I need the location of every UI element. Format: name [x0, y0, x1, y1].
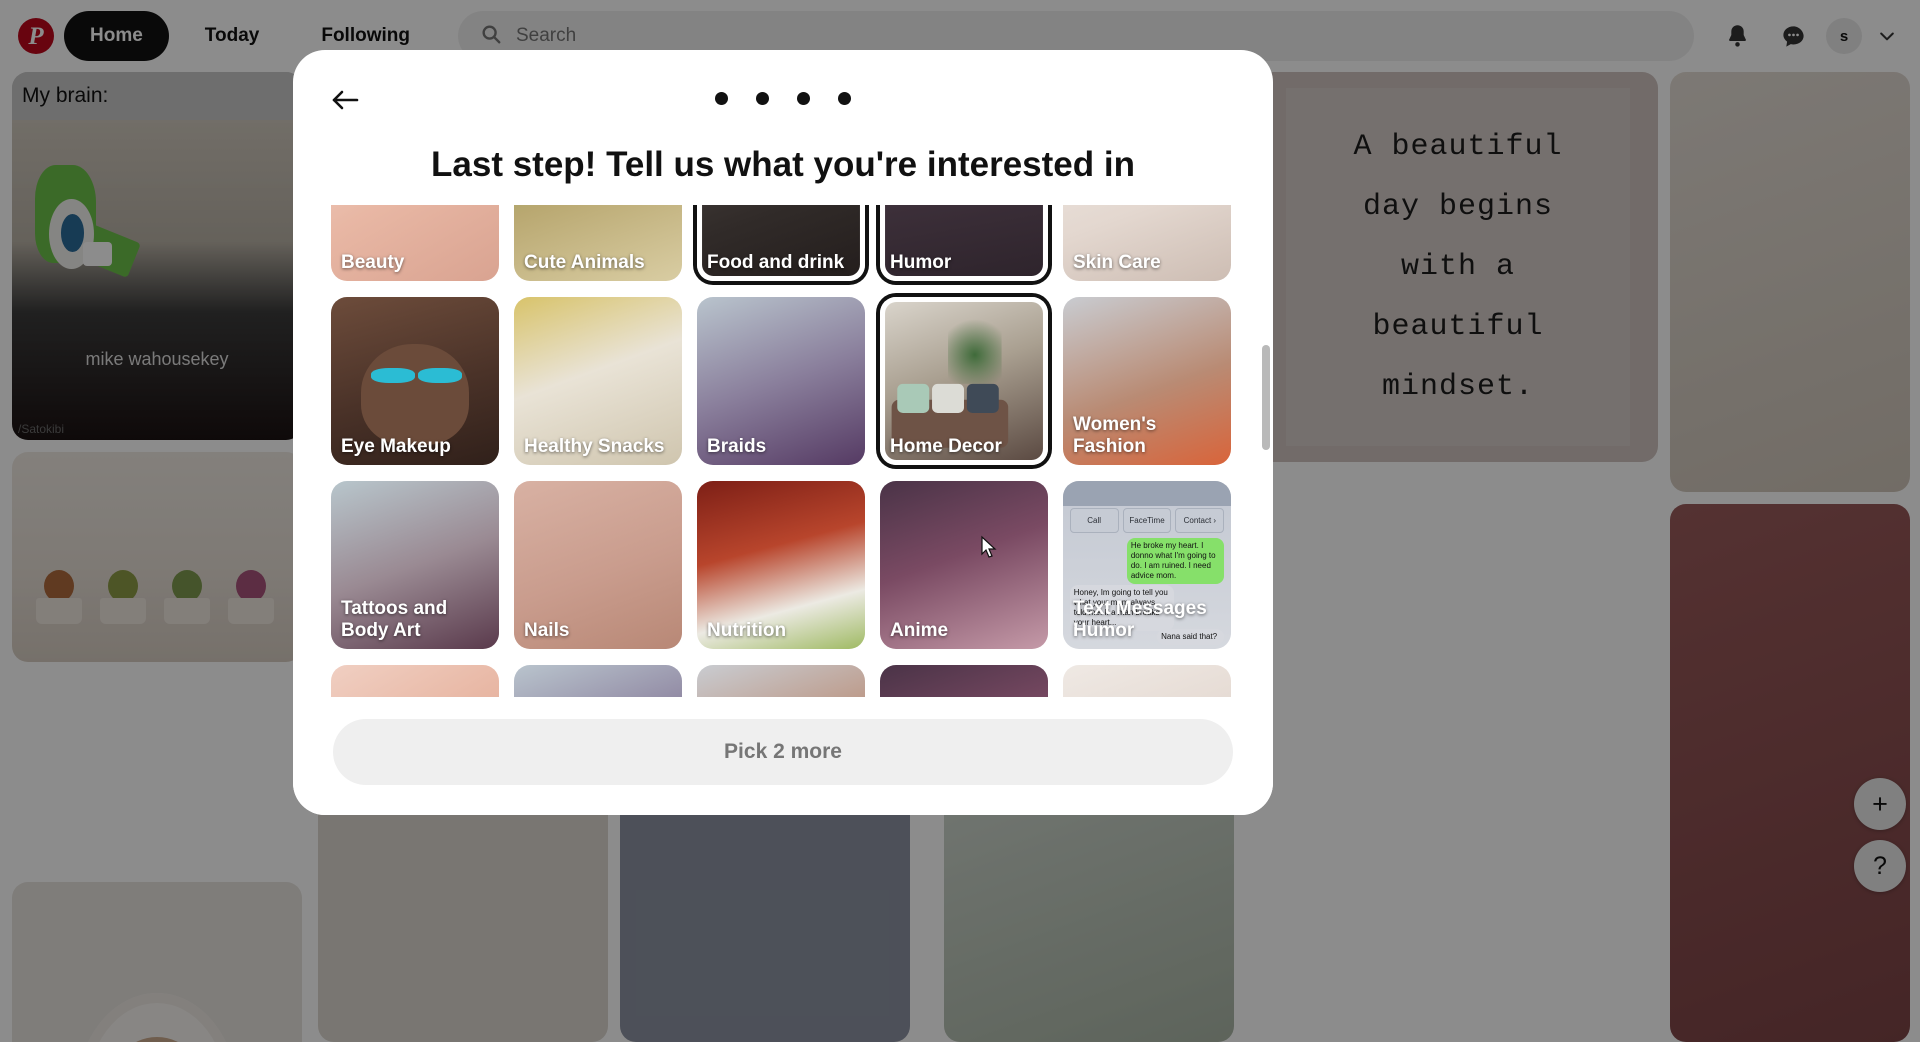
- tile-label: Braids: [707, 435, 767, 457]
- message-call-button: Call: [1069, 507, 1119, 534]
- message-header-bar: [1063, 481, 1231, 507]
- tile-label: Nails: [524, 619, 570, 641]
- tile-label: Text Messages Humor: [1073, 598, 1207, 641]
- tile-label: Humor: [890, 251, 952, 273]
- interest-tile-row4-3[interactable]: [697, 665, 865, 697]
- interest-tile-row4-4[interactable]: [880, 665, 1048, 697]
- message-bubble: He broke my heart. I donno what I'm goin…: [1126, 538, 1225, 585]
- interest-tile-skin-care[interactable]: Skin Care: [1063, 205, 1231, 281]
- interest-tile-braids[interactable]: Braids: [697, 297, 865, 465]
- progress-dots: [293, 84, 1273, 112]
- interest-tile-cute-animals[interactable]: Cute Animals: [514, 205, 682, 281]
- tile-image: [697, 665, 865, 697]
- interest-tile-tattoos-and-body-art[interactable]: Tattoos and Body Art: [331, 481, 499, 649]
- message-contact-button: Contact ›: [1175, 507, 1225, 534]
- interest-tile-womens-fashion[interactable]: Women's Fashion: [1063, 297, 1231, 465]
- tile-image: [880, 665, 1048, 697]
- tile-label: Nutrition: [707, 619, 787, 641]
- interest-tile-healthy-snacks[interactable]: Healthy Snacks: [514, 297, 682, 465]
- tile-label: Food and drink: [707, 251, 845, 273]
- page-title: Last step! Tell us what you're intereste…: [431, 145, 1135, 184]
- tile-image: [1063, 665, 1231, 697]
- tile-image: [331, 665, 499, 697]
- message-action-buttons: Call FaceTime Contact ›: [1069, 507, 1225, 534]
- progress-dot: [838, 91, 851, 105]
- modal-header: Last step! Tell us what you're intereste…: [293, 50, 1273, 185]
- interest-tile-row4-1[interactable]: [331, 665, 499, 697]
- interest-tile-eye-makeup[interactable]: Eye Makeup: [331, 297, 499, 465]
- interest-tiles-grid: Beauty Cute Animals Food and drink Humor…: [331, 205, 1237, 697]
- tile-label: Eye Makeup: [341, 435, 451, 457]
- progress-dot: [715, 91, 728, 105]
- tile-label: Anime: [890, 619, 949, 641]
- tile-label: Skin Care: [1073, 251, 1161, 273]
- tile-label: Beauty: [341, 251, 405, 273]
- back-arrow-icon[interactable]: [325, 80, 365, 120]
- interest-tile-nutrition[interactable]: Nutrition: [697, 481, 865, 649]
- tile-label: Home Decor: [890, 435, 1002, 457]
- message-facetime-button: FaceTime: [1122, 507, 1172, 534]
- modal-scrollbar-thumb[interactable]: [1262, 345, 1270, 450]
- tile-label: Healthy Snacks: [524, 435, 665, 457]
- interest-tiles-scroll-area[interactable]: Beauty Cute Animals Food and drink Humor…: [293, 205, 1273, 697]
- tile-label: Women's Fashion: [1073, 414, 1157, 457]
- interest-tile-anime[interactable]: Anime: [880, 481, 1048, 649]
- submit-button[interactable]: Pick 2 more: [333, 719, 1233, 785]
- interest-tile-row4-2[interactable]: [514, 665, 682, 697]
- modal-footer: Pick 2 more: [293, 697, 1273, 815]
- progress-dot: [797, 91, 810, 105]
- progress-dot: [756, 91, 769, 105]
- interests-onboarding-modal: Last step! Tell us what you're intereste…: [293, 50, 1273, 815]
- tile-label: Cute Animals: [524, 251, 645, 273]
- interest-tile-home-decor[interactable]: Home Decor: [880, 297, 1048, 465]
- tile-label: Tattoos and Body Art: [341, 598, 448, 641]
- interest-tile-beauty[interactable]: Beauty: [331, 205, 499, 281]
- tile-image: [514, 665, 682, 697]
- interest-tile-food-and-drink[interactable]: Food and drink: [697, 205, 865, 281]
- interest-tile-text-messages-humor[interactable]: Call FaceTime Contact › He broke my hear…: [1063, 481, 1231, 649]
- interest-tile-humor[interactable]: Humor: [880, 205, 1048, 281]
- interest-tile-nails[interactable]: Nails: [514, 481, 682, 649]
- interest-tile-row4-5[interactable]: [1063, 665, 1231, 697]
